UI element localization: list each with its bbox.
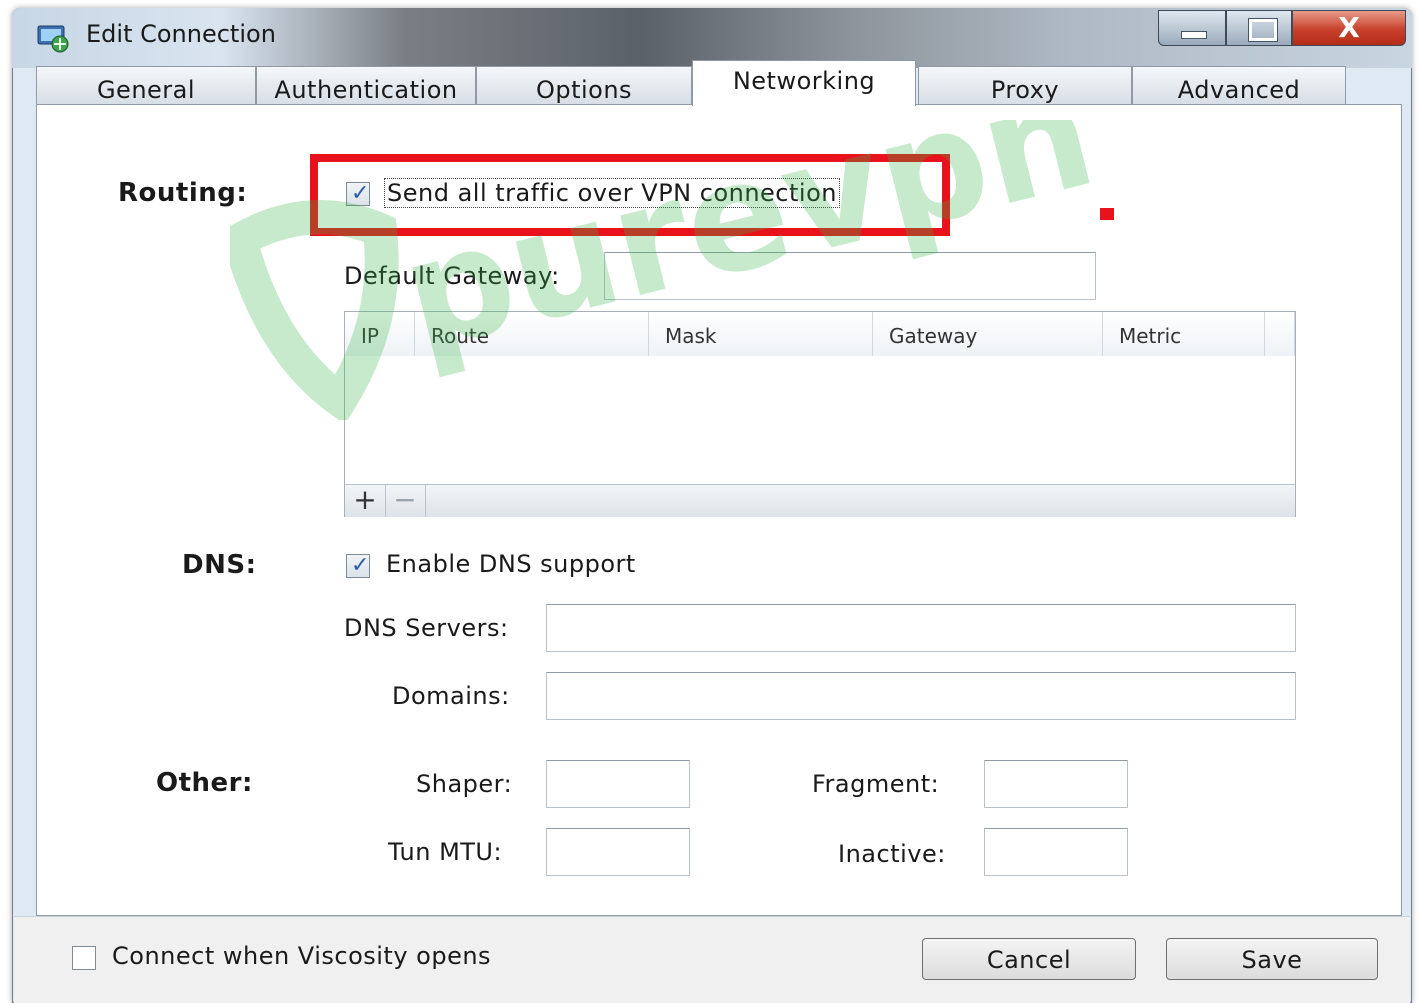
domains-label: Domains: bbox=[392, 682, 510, 710]
minus-icon: − bbox=[393, 483, 417, 516]
add-route-button[interactable]: + bbox=[345, 485, 386, 517]
shaper-input[interactable] bbox=[546, 760, 690, 808]
fragment-input[interactable] bbox=[984, 760, 1128, 808]
plus-icon: + bbox=[353, 483, 377, 516]
shaper-label: Shaper: bbox=[416, 770, 513, 798]
minimize-icon bbox=[1181, 31, 1207, 39]
enable-dns-label[interactable]: Enable DNS support bbox=[386, 550, 636, 578]
inactive-input[interactable] bbox=[984, 828, 1128, 876]
enable-dns-checkbox[interactable]: ✓ bbox=[346, 553, 370, 578]
minimize-button[interactable] bbox=[1158, 10, 1226, 46]
dns-section-label: DNS: bbox=[182, 550, 257, 580]
save-button[interactable]: Save bbox=[1166, 938, 1378, 980]
dns-servers-label: DNS Servers: bbox=[344, 614, 509, 642]
tab-proxy[interactable]: Proxy bbox=[918, 66, 1132, 106]
tab-authentication[interactable]: Authentication bbox=[256, 66, 476, 106]
remove-route-button[interactable]: − bbox=[385, 485, 426, 517]
connect-on-open-checkbox[interactable] bbox=[72, 946, 96, 970]
default-gateway-input[interactable] bbox=[604, 252, 1096, 300]
cancel-button[interactable]: Cancel bbox=[922, 938, 1136, 980]
column-header-ip[interactable]: IP bbox=[345, 312, 415, 356]
tun-mtu-input[interactable] bbox=[546, 828, 690, 876]
tab-general[interactable]: General bbox=[36, 66, 256, 106]
fragment-label: Fragment: bbox=[812, 770, 940, 798]
window-title: Edit Connection bbox=[86, 20, 276, 48]
column-header-metric[interactable]: Metric bbox=[1103, 312, 1265, 356]
column-header-filler bbox=[1265, 312, 1295, 356]
close-icon: X bbox=[1338, 11, 1360, 44]
tab-options[interactable]: Options bbox=[476, 66, 692, 106]
column-header-gateway[interactable]: Gateway bbox=[873, 312, 1103, 356]
tab-advanced[interactable]: Advanced bbox=[1132, 66, 1346, 106]
highlight-annotation bbox=[310, 154, 950, 236]
other-section-label: Other: bbox=[156, 768, 253, 798]
column-header-route[interactable]: Route bbox=[415, 312, 649, 356]
tab-networking[interactable]: Networking bbox=[692, 60, 916, 106]
connect-on-open-label[interactable]: Connect when Viscosity opens bbox=[112, 942, 491, 970]
maximize-button[interactable] bbox=[1226, 10, 1292, 46]
tun-mtu-label: Tun MTU: bbox=[388, 838, 503, 866]
annotation-dot bbox=[1100, 208, 1114, 220]
tab-bar: General Authentication Options Networkin… bbox=[36, 60, 1406, 106]
network-connection-icon bbox=[37, 25, 69, 53]
domains-input[interactable] bbox=[546, 672, 1296, 720]
maximize-icon bbox=[1249, 19, 1277, 41]
routing-section-label: Routing: bbox=[118, 178, 248, 208]
inactive-label: Inactive: bbox=[838, 840, 946, 868]
close-button[interactable]: X bbox=[1292, 10, 1406, 46]
route-table[interactable]: IP Route Mask Gateway Metric + − bbox=[344, 311, 1296, 517]
column-header-mask[interactable]: Mask bbox=[649, 312, 873, 356]
checkmark-icon: ✓ bbox=[351, 553, 370, 578]
default-gateway-label: Default Gateway: bbox=[344, 262, 560, 290]
dns-servers-input[interactable] bbox=[546, 604, 1296, 652]
table-toolbar: + − bbox=[345, 484, 1295, 517]
